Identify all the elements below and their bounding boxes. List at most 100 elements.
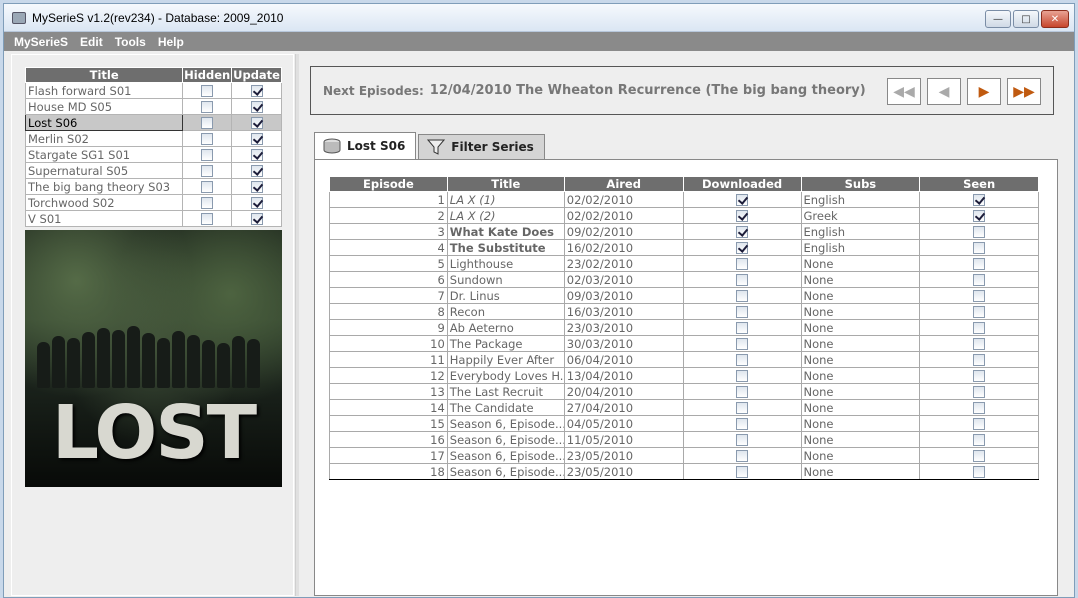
downloaded-checkbox[interactable] bbox=[736, 354, 749, 366]
first-button[interactable]: ◀◀ bbox=[887, 78, 921, 105]
column-header-seen[interactable]: Seen bbox=[919, 176, 1039, 192]
update-checkbox[interactable] bbox=[250, 197, 263, 209]
episode-row[interactable]: 2 LA X (2) 02/02/2010 Greek bbox=[329, 207, 1039, 224]
seen-checkbox[interactable] bbox=[973, 226, 986, 238]
downloaded-checkbox[interactable] bbox=[736, 466, 749, 478]
series-title-cell[interactable]: Lost S06 bbox=[24, 114, 184, 131]
update-checkbox[interactable] bbox=[250, 133, 263, 145]
downloaded-checkbox[interactable] bbox=[736, 290, 749, 302]
series-title-cell[interactable]: Supernatural S05 bbox=[24, 162, 184, 179]
update-checkbox[interactable] bbox=[250, 85, 263, 97]
downloaded-checkbox[interactable] bbox=[736, 370, 749, 382]
hidden-checkbox[interactable] bbox=[201, 213, 214, 225]
column-header-title[interactable]: Title bbox=[446, 176, 565, 192]
episode-row[interactable]: 17 Season 6, Episode... 23/05/2010 None bbox=[329, 447, 1039, 464]
hidden-checkbox[interactable] bbox=[201, 117, 214, 129]
downloaded-checkbox[interactable] bbox=[736, 258, 749, 270]
episode-row[interactable]: 16 Season 6, Episode... 11/05/2010 None bbox=[329, 431, 1039, 448]
column-header-aired[interactable]: Aired bbox=[563, 176, 684, 192]
episode-row[interactable]: 5 Lighthouse 23/02/2010 None bbox=[329, 255, 1039, 272]
seen-checkbox[interactable] bbox=[973, 370, 986, 382]
series-title-cell[interactable]: Merlin S02 bbox=[24, 130, 184, 147]
hidden-checkbox[interactable] bbox=[201, 149, 214, 161]
tab-lost-s06[interactable]: Lost S06 bbox=[314, 132, 417, 159]
seen-checkbox[interactable] bbox=[973, 450, 986, 462]
minimize-button[interactable]: — bbox=[985, 10, 1011, 28]
series-row[interactable]: Supernatural S05 bbox=[24, 162, 282, 179]
series-row[interactable]: Flash forward S01 bbox=[24, 82, 282, 99]
seen-checkbox[interactable] bbox=[973, 258, 986, 270]
tab-filter-series[interactable]: Filter Series bbox=[418, 134, 545, 159]
maximize-button[interactable]: □ bbox=[1013, 10, 1039, 28]
seen-checkbox[interactable] bbox=[973, 194, 986, 206]
seen-checkbox[interactable] bbox=[973, 242, 986, 254]
close-button[interactable]: ✕ bbox=[1041, 10, 1069, 28]
downloaded-checkbox[interactable] bbox=[736, 450, 749, 462]
downloaded-checkbox[interactable] bbox=[736, 306, 749, 318]
update-checkbox[interactable] bbox=[250, 117, 263, 129]
episode-row[interactable]: 9 Ab Aeterno 23/03/2010 None bbox=[329, 319, 1039, 336]
update-checkbox[interactable] bbox=[250, 101, 263, 113]
seen-checkbox[interactable] bbox=[973, 466, 986, 478]
column-header-downloaded[interactable]: Downloaded bbox=[682, 176, 802, 192]
episode-row[interactable]: 14 The Candidate 27/04/2010 None bbox=[329, 399, 1039, 416]
episode-row[interactable]: 15 Season 6, Episode... 04/05/2010 None bbox=[329, 415, 1039, 432]
menu-tools[interactable]: Tools bbox=[109, 35, 152, 49]
hidden-checkbox[interactable] bbox=[201, 181, 214, 193]
downloaded-checkbox[interactable] bbox=[736, 226, 749, 238]
update-checkbox[interactable] bbox=[250, 181, 263, 193]
seen-checkbox[interactable] bbox=[973, 290, 986, 302]
series-title-cell[interactable]: The big bang theory S03 bbox=[24, 178, 184, 195]
series-title-cell[interactable]: Torchwood S02 bbox=[24, 194, 184, 211]
update-checkbox[interactable] bbox=[250, 149, 263, 161]
episode-row[interactable]: 7 Dr. Linus 09/03/2010 None bbox=[329, 287, 1039, 304]
episode-row[interactable]: 11 Happily Ever After 06/04/2010 None bbox=[329, 351, 1039, 368]
series-row[interactable]: Lost S06 bbox=[24, 114, 282, 131]
downloaded-checkbox[interactable] bbox=[736, 242, 749, 254]
episode-row[interactable]: 18 Season 6, Episode... 23/05/2010 None bbox=[329, 463, 1039, 480]
hidden-checkbox[interactable] bbox=[201, 133, 214, 145]
update-checkbox[interactable] bbox=[250, 165, 263, 177]
series-row[interactable]: House MD S05 bbox=[24, 98, 282, 115]
column-header-hidden[interactable]: Hidden bbox=[182, 67, 233, 83]
seen-checkbox[interactable] bbox=[973, 306, 986, 318]
hidden-checkbox[interactable] bbox=[201, 165, 214, 177]
menu-myseries[interactable]: MySerieS bbox=[8, 35, 74, 49]
series-row[interactable]: Torchwood S02 bbox=[24, 194, 282, 211]
episode-row[interactable]: 10 The Package 30/03/2010 None bbox=[329, 335, 1039, 352]
seen-checkbox[interactable] bbox=[973, 338, 986, 350]
series-row[interactable]: V S01 bbox=[24, 210, 282, 227]
update-checkbox[interactable] bbox=[250, 213, 263, 225]
series-title-cell[interactable]: V S01 bbox=[24, 210, 184, 227]
seen-checkbox[interactable] bbox=[973, 274, 986, 286]
split-pane-divider[interactable] bbox=[295, 54, 299, 596]
seen-checkbox[interactable] bbox=[973, 402, 986, 414]
downloaded-checkbox[interactable] bbox=[736, 322, 749, 334]
last-button[interactable]: ▶▶ bbox=[1007, 78, 1041, 105]
series-row[interactable]: The big bang theory S03 bbox=[24, 178, 282, 195]
hidden-checkbox[interactable] bbox=[201, 197, 214, 209]
column-header-episode[interactable]: Episode bbox=[329, 176, 448, 192]
downloaded-checkbox[interactable] bbox=[736, 434, 749, 446]
series-row[interactable]: Stargate SG1 S01 bbox=[24, 146, 282, 163]
episode-row[interactable]: 1 LA X (1) 02/02/2010 English bbox=[329, 191, 1039, 208]
column-header-subs[interactable]: Subs bbox=[800, 176, 921, 192]
downloaded-checkbox[interactable] bbox=[736, 194, 749, 206]
downloaded-checkbox[interactable] bbox=[736, 274, 749, 286]
downloaded-checkbox[interactable] bbox=[736, 386, 749, 398]
episode-row[interactable]: 6 Sundown 02/03/2010 None bbox=[329, 271, 1039, 288]
hidden-checkbox[interactable] bbox=[201, 85, 214, 97]
series-row[interactable]: Merlin S02 bbox=[24, 130, 282, 147]
downloaded-checkbox[interactable] bbox=[736, 210, 749, 222]
series-title-cell[interactable]: Stargate SG1 S01 bbox=[24, 146, 184, 163]
menu-help[interactable]: Help bbox=[152, 35, 190, 49]
seen-checkbox[interactable] bbox=[973, 322, 986, 334]
next-button[interactable]: ▶ bbox=[967, 78, 1001, 105]
column-header-update[interactable]: Update bbox=[231, 67, 282, 83]
hidden-checkbox[interactable] bbox=[201, 101, 214, 113]
seen-checkbox[interactable] bbox=[973, 210, 986, 222]
downloaded-checkbox[interactable] bbox=[736, 402, 749, 414]
series-title-cell[interactable]: Flash forward S01 bbox=[24, 82, 184, 99]
seen-checkbox[interactable] bbox=[973, 418, 986, 430]
downloaded-checkbox[interactable] bbox=[736, 338, 749, 350]
